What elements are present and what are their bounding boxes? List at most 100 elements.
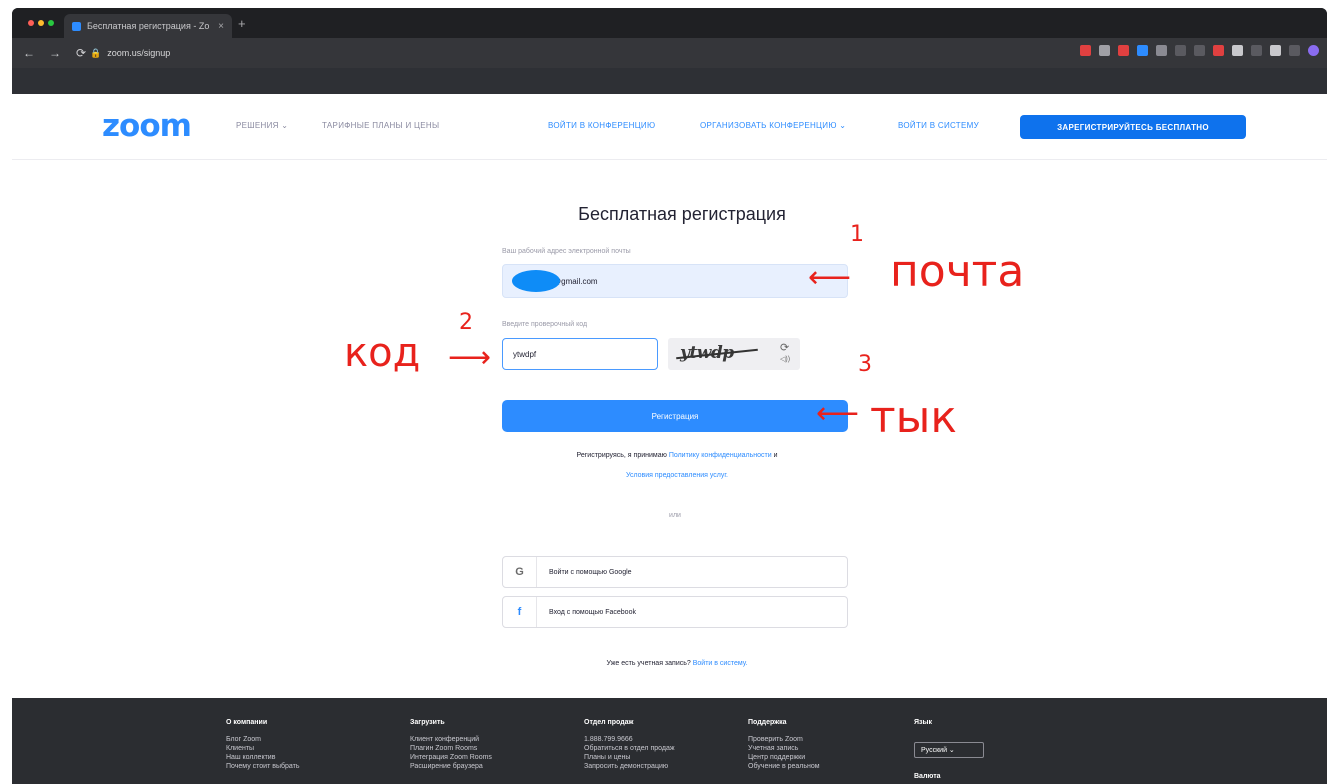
facebook-icon: f — [503, 597, 537, 627]
extension-icon[interactable] — [1289, 45, 1300, 56]
facebook-signin-button[interactable]: f Вход с помощью Facebook — [502, 596, 848, 628]
footer-col-support: Поддержка Проверить Zoom Учетная запись … — [748, 718, 820, 771]
footer-link[interactable]: Запросить демонстрацию — [584, 762, 675, 771]
footer-link[interactable]: Наш коллектив — [226, 753, 299, 762]
maximize-window-button[interactable] — [48, 20, 54, 26]
footer-col-sales: Отдел продаж 1.888.799.9666 Обратиться в… — [584, 718, 675, 771]
back-button[interactable]: ← — [22, 46, 36, 60]
nav-sign-in[interactable]: ВОЙТИ В СИСТЕМУ — [898, 121, 979, 130]
or-separator: или — [669, 512, 681, 519]
google-icon: G — [503, 557, 537, 587]
footer-link[interactable]: Почему стоит выбрать — [226, 762, 299, 771]
nav-plans-pricing[interactable]: ТАРИФНЫЕ ПЛАНЫ И ЦЕНЫ — [322, 121, 439, 130]
extension-icon[interactable] — [1156, 45, 1167, 56]
footer-link[interactable]: Обратиться в отдел продаж — [584, 744, 675, 753]
zoom-favicon-icon — [72, 21, 81, 31]
extension-icon[interactable] — [1251, 45, 1262, 56]
terms-text: Регистрируясь, я принимаю Политику конфи… — [452, 452, 902, 459]
extension-icon[interactable] — [1232, 45, 1243, 56]
annotation-label-code: код — [344, 330, 421, 376]
register-button[interactable]: Регистрация — [502, 400, 848, 432]
terms-of-service-link[interactable]: Условия предоставления услуг. — [452, 472, 902, 479]
lock-icon: 🔒 — [90, 47, 102, 58]
annotation-label-mail: почта — [890, 246, 1025, 297]
footer-heading: О компании — [226, 719, 268, 726]
footer-heading: Загрузить — [410, 719, 445, 726]
audio-captcha-icon[interactable]: ◁)) — [780, 355, 790, 363]
close-window-button[interactable] — [28, 20, 34, 26]
extension-icon[interactable] — [1175, 45, 1186, 56]
minimize-window-button[interactable] — [38, 20, 44, 26]
annotation-number-2: 2 — [459, 310, 473, 335]
google-signin-button[interactable]: G Войти с помощью Google — [502, 556, 848, 588]
annotation-number-1: 1 — [850, 222, 864, 247]
footer-heading: Отдел продаж — [584, 719, 634, 726]
footer-link[interactable]: Интеграция Zoom Rooms — [410, 753, 492, 762]
extension-icon[interactable] — [1099, 45, 1110, 56]
footer-link[interactable]: Плагин Zoom Rooms — [410, 744, 492, 753]
terms-and: и — [773, 452, 778, 459]
google-signin-label: Войти с помощью Google — [549, 568, 632, 576]
privacy-policy-link[interactable]: Политику конфиденциальности — [669, 452, 772, 459]
zoom-logo[interactable]: zoom — [102, 108, 192, 144]
footer-col-download: Загрузить Клиент конференций Плагин Zoom… — [410, 718, 492, 771]
footer-col-currency: Валюта — [914, 772, 941, 784]
have-account-label: Уже есть учетная запись? — [606, 660, 691, 667]
signup-free-button[interactable]: ЗАРЕГИСТРИРУЙТЕСЬ БЕСПЛАТНО — [1020, 115, 1246, 139]
bookmarks-bar — [12, 68, 1327, 94]
have-account-text: Уже есть учетная запись? Войти в систему… — [452, 660, 902, 667]
annotation-arrow-1: ⟵ — [808, 260, 852, 295]
site-header: zoom РЕШЕНИЯ ⌄ ТАРИФНЫЕ ПЛАНЫ И ЦЕНЫ ВОЙ… — [12, 94, 1327, 160]
url-text: zoom.us/signup — [107, 48, 171, 58]
footer-link[interactable]: Планы и цены — [584, 753, 675, 762]
annotation-arrow-3: ⟵ — [816, 396, 860, 431]
extension-icon[interactable] — [1080, 45, 1091, 56]
forward-button[interactable]: → — [48, 46, 62, 60]
footer-link[interactable]: Учетная запись — [748, 744, 820, 753]
facebook-signin-label: Вход с помощью Facebook — [549, 608, 636, 616]
address-bar[interactable]: 🔒 zoom.us/signup — [90, 44, 1000, 62]
close-tab-icon[interactable]: × — [218, 21, 224, 32]
footer-col-about: О компании Блог Zoom Клиенты Наш коллект… — [226, 718, 299, 771]
extension-icon[interactable] — [1137, 45, 1148, 56]
new-tab-button[interactable]: + — [238, 16, 246, 31]
reload-button[interactable]: ⟳ — [74, 46, 88, 60]
footer-link[interactable]: Клиенты — [226, 744, 299, 753]
extension-icon[interactable] — [1270, 45, 1281, 56]
sign-in-link[interactable]: Войти в систему. — [693, 660, 748, 667]
annotation-number-3: 3 — [858, 352, 872, 377]
footer-link[interactable]: Блог Zoom — [226, 735, 299, 744]
footer-link[interactable]: Проверить Zoom — [748, 735, 820, 744]
footer-heading: Валюта — [914, 773, 941, 780]
tab-strip: Бесплатная регистрация - Zo × + — [12, 8, 1327, 38]
tab-title: Бесплатная регистрация - Zo — [87, 21, 210, 31]
terms-prefix: Регистрируясь, я принимаю — [576, 452, 667, 459]
footer-col-language: Язык — [914, 718, 932, 735]
refresh-captcha-icon[interactable]: ⟳ — [780, 341, 789, 354]
nav-join-meeting[interactable]: ВОЙТИ В КОНФЕРЕНЦИЮ — [548, 121, 655, 130]
extension-icon[interactable] — [1194, 45, 1205, 56]
footer-heading: Язык — [914, 719, 932, 726]
language-select[interactable]: Русский ⌄ — [914, 742, 984, 758]
extension-icon[interactable] — [1213, 45, 1224, 56]
profile-avatar[interactable] — [1308, 45, 1319, 56]
footer-heading: Поддержка — [748, 719, 787, 726]
nav-host-meeting[interactable]: ОРГАНИЗОВАТЬ КОНФЕРЕНЦИЮ ⌄ — [700, 121, 846, 130]
footer-link[interactable]: 1.888.799.9666 — [584, 735, 675, 744]
page-content: zoom РЕШЕНИЯ ⌄ ТАРИФНЫЕ ПЛАНЫ И ЦЕНЫ ВОЙ… — [12, 94, 1327, 784]
footer-link[interactable]: Обучение в реальном — [748, 762, 820, 771]
site-footer: О компании Блог Zoom Клиенты Наш коллект… — [12, 698, 1327, 784]
extensions-toolbar — [1080, 45, 1319, 56]
footer-link[interactable]: Центр поддержки — [748, 753, 820, 762]
code-label: Введите проверочный код — [502, 321, 588, 328]
footer-link[interactable]: Клиент конференций — [410, 735, 492, 744]
browser-tab[interactable]: Бесплатная регистрация - Zo × — [64, 14, 232, 38]
verification-code-input[interactable]: ytwdpf — [502, 338, 658, 370]
page-title: Бесплатная регистрация — [578, 204, 786, 224]
footer-link[interactable]: Расширение браузера — [410, 762, 492, 771]
nav-solutions[interactable]: РЕШЕНИЯ ⌄ — [236, 121, 288, 130]
annotation-label-click: тык — [870, 392, 957, 443]
redaction-mark — [512, 270, 560, 292]
captcha-image: ytwdp ⟳ ◁)) — [668, 338, 800, 370]
extension-icon[interactable] — [1118, 45, 1129, 56]
